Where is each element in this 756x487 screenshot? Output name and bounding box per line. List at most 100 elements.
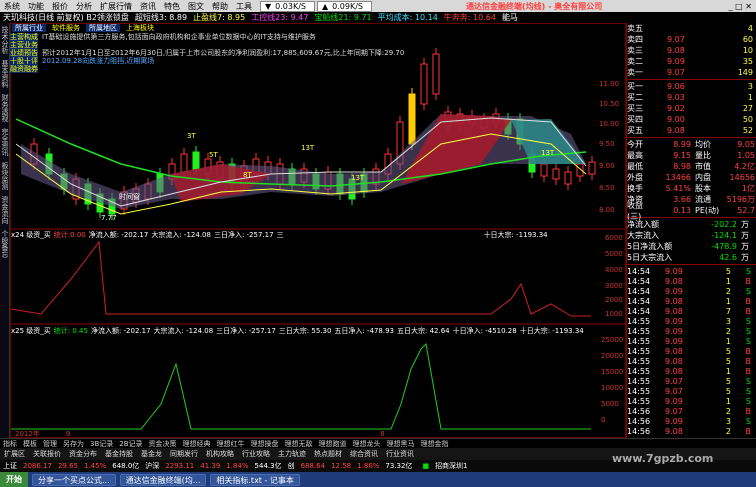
buy-level: 买三 [627,104,643,113]
app-title: 通达信金融终端(均线) - 奥全有限公司 [466,1,603,11]
task-item-3[interactable]: 相关指标.txt - 记事本 [210,473,300,486]
indicator-tab[interactable]: 理想黑马 [384,439,418,449]
extension-tab[interactable]: 主力轨迹 [274,449,310,459]
menu-item-quote[interactable]: 报价 [48,1,72,12]
buy-level: 买一 [627,82,643,91]
indicator-tab[interactable]: 3B记录 [87,439,116,449]
tick-side: S [745,336,751,346]
indicator-tab[interactable]: 2B记录 [116,439,145,449]
label-review[interactable]: 十股十评 [10,57,38,65]
menu-item-function[interactable]: 功能 [24,1,48,12]
sell-row[interactable]: 卖四 9.07 60 [627,34,756,45]
buy-row[interactable]: 买五 9.08 52 [627,125,756,136]
extension-tab[interactable]: 基金龙 [137,449,166,459]
tick-volume: 2 [725,426,731,436]
tick-volume: 7 [725,306,731,316]
info-row-4: 十股十评 2012.09.28向跌涨力阻挡,近期寓场 [10,57,430,65]
cy-pct: 1.86% [357,462,380,470]
menu-item-news[interactable]: 资讯 [136,1,160,12]
indicator-tab[interactable]: 理想金指 [418,439,452,449]
stat-value: 8.98 [673,162,691,171]
sell-row[interactable]: 卖五 4 [627,23,756,34]
buy-row[interactable]: 买一 9.06 3 [627,81,756,92]
indicator-tab[interactable]: 指标 [0,439,20,449]
sh-label[interactable]: 上证 [0,461,20,471]
nav-sector[interactable]: 板块监测 [0,159,9,193]
flow-value: -202.2 [711,220,737,229]
extension-tab[interactable]: 基金持股 [101,449,137,459]
flow-row: 5日净流入额 -478.9 万 [627,241,756,252]
indicator-tab[interactable]: 理想红牛 [214,439,248,449]
chart-area[interactable]: 3T 5T 13T 8T 13T 13T 时间窗 7.77 x24 级资_买 统… [10,23,627,438]
buy-volume: 50 [742,115,753,124]
stat-value: 9.15 [673,151,691,160]
indicator-tab[interactable]: 资金决策 [146,439,180,449]
sub2-name[interactable]: x25 级资_买 [11,326,54,336]
tag-industry[interactable]: 软件服务 [46,24,86,32]
tag-region-label[interactable]: 所属地区 [86,24,120,32]
tick-price: 9.08 [665,426,683,436]
info-row-5: 融资融券 [10,65,430,73]
extension-tab[interactable]: 行业攻略 [238,449,274,459]
nav-finance[interactable]: 财务透视 [0,91,9,125]
menu-item-graphic[interactable]: 图文 [184,1,208,12]
menu-item-analysis[interactable]: 分析 [72,1,96,12]
label-forecast[interactable]: 业绩预告 [10,49,38,57]
extension-tab[interactable]: 同期发行 [166,449,202,459]
nav-tech[interactable]: 技术分析 [0,23,9,57]
label-main-business[interactable]: 主营业务 [10,41,38,49]
extension-tab[interactable]: 行业资讯 [382,449,418,459]
indicator-tab[interactable]: 理想龙头 [350,439,384,449]
buy-row[interactable]: 买二 9.03 1 [627,92,756,103]
indicator-tab[interactable]: 管理 [40,439,60,449]
menu-item-special[interactable]: 特色 [160,1,184,12]
menu-item-ext-quote[interactable]: 扩展行情 [96,1,136,12]
candle-body [192,151,200,170]
date-tick-1: 9 [65,430,71,438]
tick-price: 9.08 [665,276,683,286]
start-button[interactable]: 开始 [0,472,28,487]
nav-news[interactable]: 完全资讯 [0,125,9,159]
indicator-tab[interactable]: 理想经典 [180,439,214,449]
indicator-tab[interactable]: 另存为 [60,439,87,449]
nav-notes[interactable]: 个股备忘 [0,227,9,261]
cy-label[interactable]: 创 [285,461,298,471]
menu-item-system[interactable]: 系统 [0,1,24,12]
indicator-tab[interactable]: 模板 [20,439,40,449]
task-item-1[interactable]: 分享一个买点公式... [32,473,116,486]
nav-flow[interactable]: 资金流向 [0,193,9,227]
label-main-composition[interactable]: 主营构成 [10,33,38,41]
nav-basic[interactable]: 基本资料 [0,57,9,91]
task-item-2[interactable]: 通达信金融终端(均... [119,473,207,486]
label-margin[interactable]: 融资融券 [10,65,38,73]
buy-row[interactable]: 买四 9.00 50 [627,114,756,125]
extension-tab[interactable]: 关联报价 [29,449,65,459]
buy-price: 9.00 [667,115,685,124]
sub1-name[interactable]: x24 级资_买 [11,230,54,240]
tag-industry-label[interactable]: 所属行业 [12,24,46,32]
indicator-tab[interactable]: 理想跑道 [316,439,350,449]
extension-tab[interactable]: 热点题材 [310,449,346,459]
extension-tab[interactable]: 扩展区 [0,449,29,459]
tick-list[interactable]: 14:54 9.09 5 S 14:54 9.08 1 B 14:54 9.09 2 S 14:54 9.… [627,266,756,466]
menu-item-help[interactable]: 帮助 [208,1,232,12]
extension-tab[interactable]: 资金分布 [65,449,101,459]
sz-label[interactable]: 沪深 [142,461,162,471]
sub2-tick-1: 20000 [601,352,624,360]
tag-region[interactable]: 上海板块 [120,24,160,32]
buy-row[interactable]: 买三 9.02 27 [627,103,756,114]
tick-row: 14:55 9.09 1 S [627,396,756,406]
tick-time: 14:55 [627,386,651,396]
tick-price: 9.08 [665,296,683,306]
sell-row[interactable]: 卖一 9.07 149 [627,67,756,78]
indicator-tab[interactable]: 理想无敌 [282,439,316,449]
sell-price: 9.07 [667,68,685,77]
menu-item-tools[interactable]: 工具 [232,1,256,12]
sell-row[interactable]: 卖二 9.09 35 [627,56,756,67]
extension-tab[interactable]: 综合资讯 [346,449,382,459]
stat-row: 换手 5.41% 股本 1亿 [627,183,756,194]
extension-tab[interactable]: 机构攻略 [202,449,238,459]
window-controls[interactable]: _ □ ✕ [725,2,756,11]
indicator-tab[interactable]: 理想操盘 [248,439,282,449]
sell-row[interactable]: 卖三 9.08 10 [627,45,756,56]
